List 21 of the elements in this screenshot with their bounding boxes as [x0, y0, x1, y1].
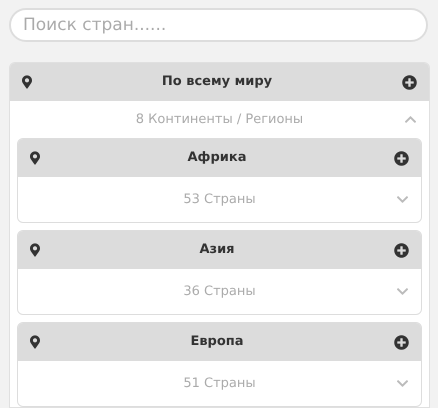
panel-header[interactable]: Европа [18, 323, 421, 361]
region-summary: 51 Страны [182, 374, 257, 393]
map-pin-icon [30, 335, 40, 349]
map-pin-icon [30, 151, 40, 165]
panel-title: Европа [189, 333, 245, 352]
panel-summary: 8 Континенты / Регионы [134, 110, 304, 129]
add-icon[interactable] [402, 74, 417, 90]
add-icon[interactable] [394, 150, 409, 166]
panel-header[interactable]: Африка [18, 139, 421, 177]
map-pin-icon [30, 243, 40, 257]
panel-title: По всему миру [160, 73, 274, 92]
panel-title: Азия [198, 241, 236, 260]
region-summary: 53 Страны [182, 190, 257, 209]
panel-header[interactable]: Азия [18, 231, 421, 269]
region-summary: 36 Страны [182, 282, 257, 301]
search-field[interactable]: Поиск стран...... [9, 8, 428, 42]
add-icon[interactable] [394, 242, 409, 258]
panel-header[interactable]: По всему миру [10, 63, 429, 101]
map-pin-icon [22, 75, 32, 89]
add-icon[interactable] [394, 334, 409, 350]
panel-title: Африка [186, 149, 248, 168]
